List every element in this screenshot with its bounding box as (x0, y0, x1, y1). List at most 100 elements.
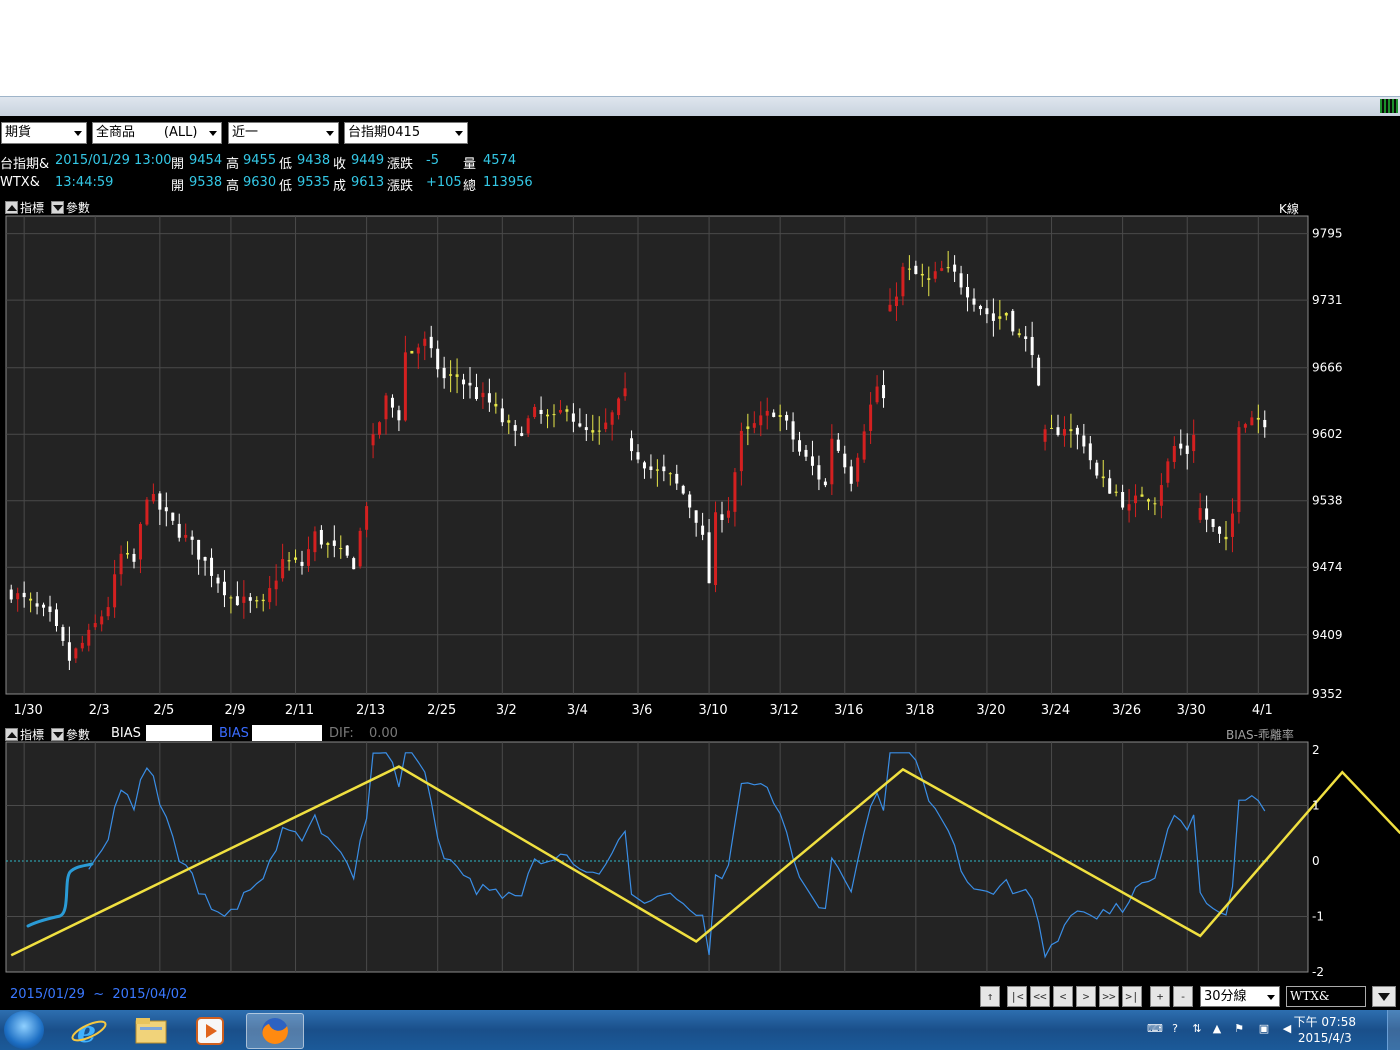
clock[interactable]: 下午 07:58 2015/4/3 (1294, 1014, 1356, 1046)
date-tick-label: 3/10 (698, 703, 727, 718)
candle-body (449, 374, 453, 376)
keyboard-icon[interactable]: ⌨ (1147, 1022, 1163, 1036)
candle-body (190, 536, 194, 540)
nav-up-button[interactable]: ↑ (980, 986, 1000, 1007)
candle-body (80, 642, 84, 649)
monitor-icon[interactable]: ▣ (1257, 1022, 1271, 1036)
candle-body (733, 472, 737, 512)
product-select[interactable]: 全商品 (ALL) (92, 122, 222, 144)
candle-body (507, 420, 511, 423)
market-select-value: 期貨 (5, 125, 32, 140)
chevron-up-icon[interactable]: ▲ (1210, 1022, 1224, 1036)
nav-forward-button[interactable]: > (1076, 986, 1096, 1007)
grip-icon[interactable] (1380, 99, 1398, 113)
date-range: 2015/01/29 ~ 2015/04/02 (10, 987, 187, 1002)
candle-body (1185, 445, 1189, 454)
candle-body (707, 532, 711, 584)
dif-value: 0.00 (369, 726, 398, 741)
candle-body (9, 589, 13, 600)
nav-fast-back-button[interactable]: << (1030, 986, 1050, 1007)
nav-first-button[interactable]: |< (1007, 986, 1027, 1007)
bias-tick-label: 1 (1312, 799, 1320, 813)
candle-body (558, 409, 562, 413)
date-axis: 1/30 2/3 2/5 2/9 2/11 2/13 2/25 3/2 3/4 3/6 3/10 3/… (14, 703, 1273, 718)
candlestick-chart[interactable]: 9795 9731 9666 9602 9538 9474 9409 9352 1/30 2/3… (0, 214, 1400, 726)
candle-body (384, 395, 388, 420)
candle-body (345, 545, 349, 556)
candle-body (526, 418, 530, 434)
show-desktop-button[interactable] (1387, 1010, 1400, 1050)
candle-body (998, 316, 1002, 319)
candle-body (1082, 435, 1086, 447)
quote1-low-label: 低 (279, 157, 293, 172)
candle-body (1108, 478, 1112, 494)
main-param-button[interactable]: 參數 (66, 201, 90, 215)
quote2-time: 13:44:59 (55, 175, 114, 190)
media-player-icon[interactable] (185, 1013, 237, 1047)
date-tick-label: 3/20 (976, 703, 1005, 718)
candle-body (946, 267, 950, 269)
chevron-down-icon (74, 131, 82, 136)
ie-icon[interactable]: e (63, 1013, 115, 1050)
nav-last-button[interactable]: >| (1122, 986, 1142, 1007)
candle-body (462, 379, 466, 385)
price-tick-label: 9795 (1312, 227, 1343, 241)
candle-body (927, 278, 931, 280)
candle-body (681, 485, 685, 494)
indicator-up-icon[interactable] (5, 201, 18, 214)
interval-select[interactable]: 30分線 (1200, 986, 1280, 1007)
candle-body (1211, 519, 1215, 528)
flag-icon[interactable]: ⚑ (1232, 1022, 1246, 1036)
help-icon[interactable]: ? (1168, 1022, 1182, 1036)
nav-fast-forward-button[interactable]: >> (1099, 986, 1119, 1007)
firefox-icon[interactable] (246, 1013, 304, 1049)
main-indicator-button[interactable]: 指標 (20, 201, 44, 215)
dif-label: DIF: (329, 726, 354, 741)
candle-body (1037, 357, 1041, 386)
contract-select[interactable]: 台指期0415 (344, 122, 468, 144)
candle-body (688, 494, 692, 508)
candle-body (300, 561, 304, 566)
candle-body (565, 409, 569, 412)
candle-body (1153, 503, 1157, 505)
bias-chart[interactable]: 2 1 0 -1 -2 (0, 740, 1400, 980)
explorer-icon[interactable] (124, 1013, 176, 1047)
quote1-name: 台指期& (0, 157, 50, 172)
candle-body (1205, 508, 1209, 520)
candle-body (119, 553, 123, 575)
param-down-icon[interactable] (50, 201, 64, 214)
candle-body (177, 523, 181, 538)
symbol-input[interactable]: WTX& (1286, 986, 1366, 1007)
quote2-open-label: 開 (171, 179, 185, 194)
dropdown-button[interactable] (1372, 986, 1396, 1007)
quote2-open: 9538 (189, 175, 223, 190)
candle-body (1224, 536, 1228, 540)
zoom-out-button[interactable]: - (1173, 986, 1193, 1007)
quote1-high: 9455 (243, 153, 277, 168)
candle-body (1050, 427, 1054, 429)
window-title-bar (0, 96, 1400, 116)
candle-body (513, 425, 517, 431)
quote-row-history: 台指期& 2015/01/29 13:00 開 9454 高 9455 低 94… (0, 153, 1400, 172)
candle-body (242, 596, 246, 603)
candle-body (746, 426, 750, 429)
network-icon[interactable]: ⇅ (1190, 1022, 1204, 1036)
period-select[interactable]: 近一 (228, 122, 339, 144)
bias-value-box-1 (146, 725, 212, 741)
start-button[interactable] (4, 1011, 44, 1049)
candle-body (610, 412, 614, 425)
bias-plot-area (5, 741, 1309, 973)
price-tick-label: 9538 (1312, 494, 1343, 508)
nav-back-button[interactable]: < (1053, 986, 1073, 1007)
zoom-in-button[interactable]: + (1150, 986, 1170, 1007)
candle-body (701, 525, 705, 535)
date-tick-label: 3/6 (632, 703, 653, 718)
volume-icon[interactable]: ◀ (1280, 1022, 1294, 1036)
candle-body (791, 421, 795, 440)
candle-body (636, 452, 640, 460)
quote2-total: 113956 (483, 175, 533, 190)
candle-body (875, 386, 879, 403)
quote2-name: WTX& (0, 175, 40, 190)
market-select[interactable]: 期貨 (1, 122, 87, 144)
quote1-close-label: 收 (333, 157, 347, 172)
